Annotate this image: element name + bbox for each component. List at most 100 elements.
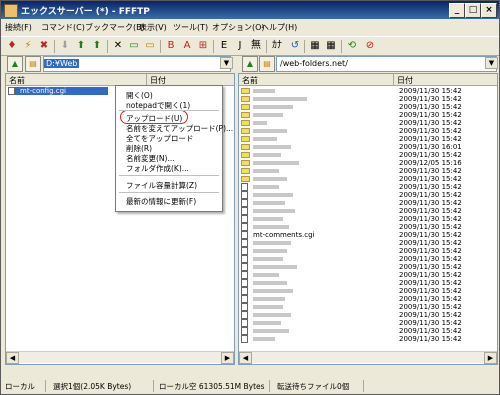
remote-folder-row[interactable]: 2009/11/30 15:42 <box>241 87 495 95</box>
remote-folder-row[interactable]: 2009/11/30 15:42 <box>241 167 495 175</box>
menu-connect[interactable]: 接続(F) <box>5 22 32 33</box>
mirror-upload-icon[interactable]: ⬆ <box>90 39 104 53</box>
rename-icon[interactable]: ▭ <box>127 39 141 53</box>
local-jis-icon[interactable]: J <box>233 39 247 53</box>
remote-file-row[interactable]: 2009/11/30 15:42 <box>241 247 495 255</box>
remote-file-row[interactable]: 2009/11/30 15:42 <box>241 303 495 311</box>
menu-tools[interactable]: ツール(T) <box>173 22 208 33</box>
status-local-label: ローカル <box>5 382 35 391</box>
local-eucjp-icon[interactable]: E <box>217 39 231 53</box>
redacted-name <box>253 273 279 277</box>
remote-parent-folder-button[interactable]: ▲ <box>242 56 258 72</box>
auto-mode-icon[interactable]: ⊞ <box>196 39 210 53</box>
quick-connect-icon[interactable]: ⚡ <box>21 39 35 53</box>
kana-convert-icon[interactable]: ｶﾅ <box>270 39 284 53</box>
menu-view[interactable]: 表示(V) <box>139 22 167 33</box>
minimize-button[interactable]: _ <box>449 3 465 18</box>
remote-entry-date: 2009/11/30 15:42 <box>399 263 462 271</box>
remote-horizontal-scrollbar[interactable]: ◀ ▶ <box>239 351 497 364</box>
menu-bookmark[interactable]: ブックマーク(B) <box>85 22 145 33</box>
upload-icon[interactable]: ⬆ <box>74 39 88 53</box>
list-view-icon[interactable]: ▦ <box>308 39 322 53</box>
connect-icon[interactable]: ♦ <box>5 39 19 53</box>
remote-file-row[interactable]: 2009/11/30 15:42 <box>241 295 495 303</box>
local-path-dropdown-icon[interactable]: ▼ <box>220 57 233 69</box>
remote-folder-row[interactable]: 2009/11/30 15:42 <box>241 103 495 111</box>
download-icon[interactable]: ⬇ <box>58 39 72 53</box>
remote-entry-date: 2009/11/30 15:42 <box>399 111 462 119</box>
remote-folder-row[interactable]: 2009/11/30 15:42 <box>241 111 495 119</box>
local-horizontal-scrollbar[interactable]: ◀ ▶ <box>6 351 234 364</box>
remote-folder-row[interactable]: 2009/12/05 15:16 <box>241 159 495 167</box>
redacted-name <box>253 201 285 205</box>
remote-entry-date: 2009/11/30 15:42 <box>399 199 462 207</box>
title-bar[interactable]: エックスサーバー (*) - FFFTP _ □ × <box>1 1 499 19</box>
detail-view-icon[interactable]: ▦ <box>324 39 338 53</box>
remote-file-row[interactable]: 2009/11/30 15:42 <box>241 199 495 207</box>
maximize-button[interactable]: □ <box>465 3 481 18</box>
remote-folder-row[interactable]: 2009/11/30 16:01 <box>241 143 495 151</box>
menu-item-calc-size[interactable]: ファイル容量計算(Z) <box>126 180 197 191</box>
remote-file-row[interactable]: 2009/11/30 15:42 <box>241 335 495 343</box>
remote-file-row[interactable]: mt-comments.cgi 2009/11/30 15:42 <box>241 231 495 239</box>
remote-file-row[interactable]: 2009/11/30 15:42 <box>241 223 495 231</box>
remote-file-row[interactable]: 2009/11/30 15:42 <box>241 271 495 279</box>
scroll-left-icon[interactable]: ◀ <box>6 352 19 364</box>
remote-path-dropdown-icon[interactable]: ▼ <box>485 57 498 69</box>
sync-folder-icon[interactable]: ⟲ <box>345 39 359 53</box>
no-kana-icon[interactable]: 無 <box>249 39 263 53</box>
remote-file-row[interactable]: 2009/11/30 15:42 <box>241 279 495 287</box>
redacted-name <box>253 313 291 317</box>
remote-file-row[interactable]: 2009/11/30 15:42 <box>241 311 495 319</box>
stop-icon[interactable]: ⊘ <box>363 39 377 53</box>
remote-file-row[interactable]: 2009/11/30 15:42 <box>241 263 495 271</box>
disconnect-icon[interactable]: ✖ <box>37 39 51 53</box>
remote-folder-row[interactable]: 2009/11/30 15:42 <box>241 119 495 127</box>
local-parent-folder-button[interactable]: ▲ <box>7 56 23 72</box>
refresh-icon[interactable]: ↺ <box>288 39 302 53</box>
remote-file-list[interactable]: 名前 日付 2009/11/30 15:42 2009/11/30 15:42 20… <box>238 73 498 365</box>
remote-folder-row[interactable]: 2009/11/30 15:42 <box>241 95 495 103</box>
local-open-folder-button[interactable]: ▤ <box>25 56 41 72</box>
binary-mode-icon[interactable]: B <box>164 39 178 53</box>
remote-file-row[interactable]: 2009/11/30 15:42 <box>241 239 495 247</box>
remote-file-row[interactable]: 2009/11/30 15:42 <box>241 255 495 263</box>
menu-command[interactable]: コマンド(C) <box>41 22 85 33</box>
menu-help[interactable]: ヘルプ(H) <box>261 22 297 33</box>
redacted-name <box>253 329 289 333</box>
remote-folder-row[interactable]: 2009/11/30 15:42 <box>241 135 495 143</box>
remote-col-name[interactable]: 名前 <box>242 75 258 86</box>
remote-file-row[interactable]: 2009/11/30 15:42 <box>241 287 495 295</box>
redacted-name <box>253 209 295 213</box>
scroll-left-icon[interactable]: ◀ <box>239 352 252 364</box>
redacted-name <box>253 193 293 197</box>
remote-file-row[interactable]: 2009/11/30 15:42 <box>241 207 495 215</box>
redacted-name <box>253 113 283 117</box>
menu-item-mkdir[interactable]: フォルダ作成(K)... <box>126 163 189 174</box>
local-path-input[interactable]: D:¥Web <box>43 56 231 72</box>
ascii-mode-icon[interactable]: A <box>180 39 194 53</box>
delete-icon[interactable]: ✕ <box>111 39 125 53</box>
remote-entry-date: 2009/11/30 15:42 <box>399 207 462 215</box>
remote-file-row[interactable]: 2009/11/30 15:42 <box>241 183 495 191</box>
remote-file-row[interactable]: 2009/11/30 15:42 <box>241 191 495 199</box>
scroll-right-icon[interactable]: ▶ <box>221 352 234 364</box>
remote-folder-row[interactable]: 2009/11/30 15:42 <box>241 151 495 159</box>
remote-entry-date: 2009/11/30 15:42 <box>399 247 462 255</box>
close-button[interactable]: × <box>481 3 497 18</box>
scroll-right-icon[interactable]: ▶ <box>484 352 497 364</box>
remote-file-row[interactable]: 2009/11/30 15:42 <box>241 319 495 327</box>
remote-file-row[interactable]: 2009/11/30 15:42 <box>241 327 495 335</box>
remote-file-row[interactable]: 2009/11/30 15:42 <box>241 215 495 223</box>
remote-open-folder-button[interactable]: ▤ <box>259 56 275 72</box>
remote-folder-row[interactable]: 2009/11/30 15:42 <box>241 175 495 183</box>
menu-item-refresh[interactable]: 最新の情報に更新(F) <box>126 196 196 207</box>
mkdir-icon[interactable]: ▭ <box>143 39 157 53</box>
remote-col-date[interactable]: 日付 <box>397 75 413 86</box>
menu-options[interactable]: オプション(O) <box>212 22 265 33</box>
remote-folder-row[interactable]: 2009/11/30 15:42 <box>241 127 495 135</box>
local-file-row[interactable]: mt-config.cgi <box>8 87 108 95</box>
remote-path-input[interactable]: /web-folders.net/ <box>276 56 497 72</box>
local-col-name[interactable]: 名前 <box>9 75 25 86</box>
remote-entry-date: 2009/11/30 15:42 <box>399 255 462 263</box>
